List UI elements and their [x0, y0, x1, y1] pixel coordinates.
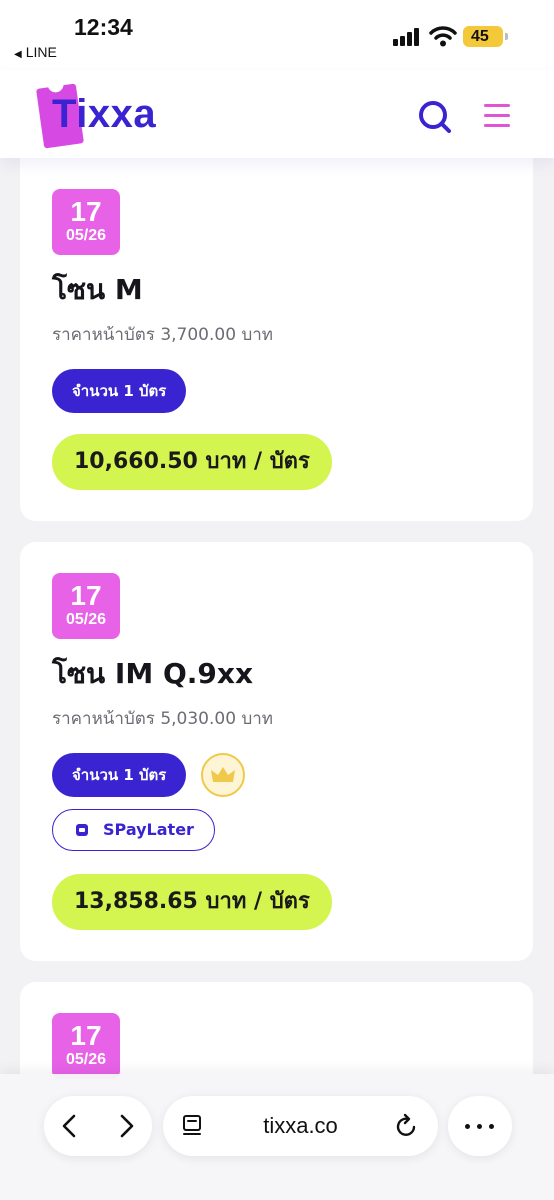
back-app-label: LINE — [25, 44, 57, 60]
navigation-pill — [44, 1096, 152, 1156]
ticket-card[interactable]: 17 05/26 โซน IM Q.9xx ราคาหน้าบัตร 5,030… — [20, 542, 533, 961]
status-time: 12:34 — [74, 14, 133, 40]
date-month: 05/26 — [65, 227, 107, 244]
date-day: 17 — [70, 580, 102, 611]
spaylater-label: SPayLater — [103, 820, 194, 839]
spaylater-icon — [76, 824, 88, 836]
date-badge: 17 05/26 — [52, 189, 120, 255]
date-badge: 17 05/26 — [52, 1013, 120, 1079]
more-icon[interactable] — [448, 1096, 512, 1156]
wifi-icon — [429, 26, 457, 47]
crown-icon — [201, 753, 245, 797]
date-day: 17 — [70, 1020, 102, 1051]
site-header: Tixxa — [0, 70, 554, 158]
zone-title: โซน M — [52, 273, 143, 306]
back-triangle-icon: ◀ — [14, 49, 22, 60]
face-price: ราคาหน้าบัตร 3,700.00 บาท — [52, 325, 273, 345]
quantity-badge: จำนวน 1 บัตร — [52, 369, 187, 413]
status-bar: 12:34 ◀ LINE 45 — [0, 0, 554, 70]
menu-icon[interactable] — [484, 104, 510, 128]
date-day: 17 — [70, 196, 102, 227]
reload-icon[interactable] — [393, 1113, 419, 1139]
face-price: ราคาหน้าบัตร 5,030.00 บาท — [52, 709, 273, 729]
cellular-signal-icon — [393, 28, 423, 46]
price-per-ticket[interactable]: 10,660.50 บาท / บัตร — [52, 434, 332, 490]
ticket-card[interactable]: 17 05/26 โซน M ราคาหน้าบัตร 3,700.00 บาท… — [20, 158, 533, 521]
browser-toolbar: tixxa.co — [0, 1074, 554, 1200]
price-per-ticket[interactable]: 13,858.65 บาท / บัตร — [52, 874, 332, 930]
search-icon[interactable] — [418, 100, 452, 134]
zone-title: โซน IM Q.9xx — [52, 657, 254, 690]
quantity-badge: จำนวน 1 บัตร — [52, 753, 187, 797]
spaylater-badge[interactable]: SPayLater — [52, 809, 215, 851]
back-to-app-link[interactable]: ◀ LINE — [14, 44, 57, 60]
back-icon[interactable] — [56, 1112, 84, 1140]
date-month: 05/26 — [65, 1051, 107, 1068]
date-month: 05/26 — [65, 611, 107, 628]
battery-indicator: 45 — [463, 26, 508, 47]
date-badge: 17 05/26 — [52, 573, 120, 639]
address-bar[interactable]: tixxa.co — [163, 1096, 438, 1156]
logo-text: Tixxa — [52, 92, 157, 136]
tixxa-logo[interactable]: Tixxa — [36, 83, 180, 149]
forward-icon[interactable] — [112, 1112, 140, 1140]
